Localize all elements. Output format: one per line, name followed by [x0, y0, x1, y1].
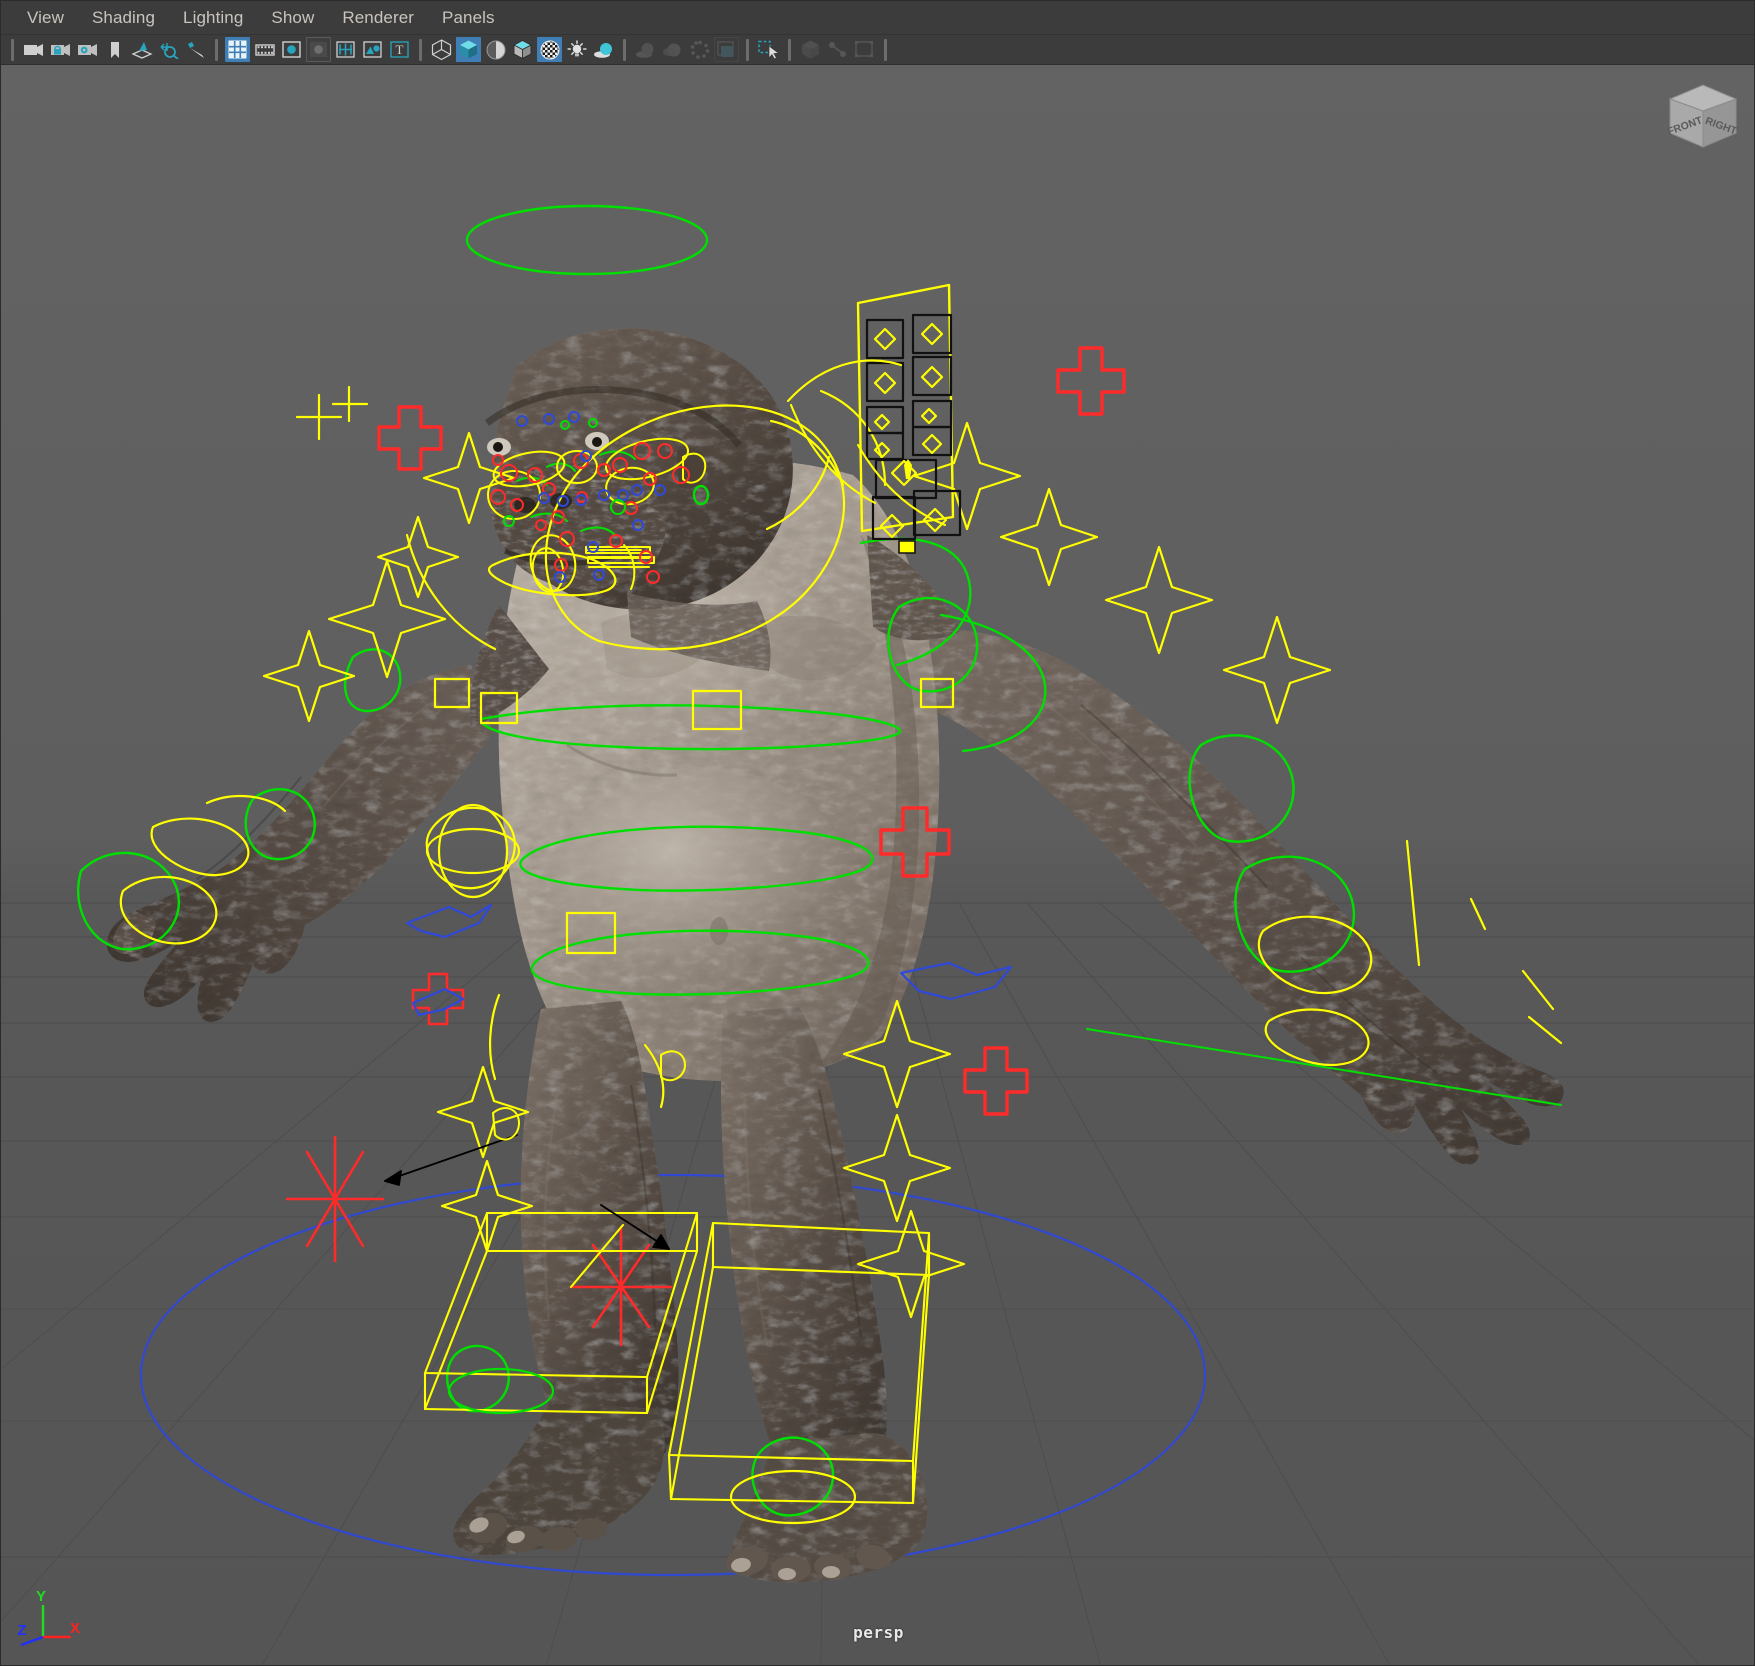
- image-plane-icon[interactable]: [129, 37, 154, 62]
- menu-view[interactable]: View: [13, 6, 78, 30]
- select-camera-icon[interactable]: [21, 37, 46, 62]
- grease-pencil-icon[interactable]: [183, 37, 208, 62]
- film-gate-icon[interactable]: [252, 37, 277, 62]
- menu-lighting[interactable]: Lighting: [169, 6, 257, 30]
- svg-text:T: T: [396, 42, 404, 57]
- xray-joints-icon[interactable]: [825, 37, 850, 62]
- wireframe-icon[interactable]: [429, 37, 454, 62]
- isolate-select-icon[interactable]: [756, 37, 781, 62]
- axis-y-label: Y: [36, 1588, 46, 1605]
- toolbar-separator: [11, 38, 14, 61]
- screen-space-ao-icon[interactable]: [633, 37, 658, 62]
- wireframe-on-shaded-icon[interactable]: [510, 37, 535, 62]
- xray-icon[interactable]: [798, 37, 823, 62]
- texture-icon[interactable]: [537, 37, 562, 62]
- toolbar-separator: [215, 38, 218, 61]
- shadows-icon[interactable]: [591, 37, 616, 62]
- lock-camera-icon[interactable]: [48, 37, 73, 62]
- viewport-scene: [1, 65, 1754, 1665]
- viewport-menu-bar: View Shading Lighting Show Renderer Pane…: [1, 1, 1754, 35]
- menu-show[interactable]: Show: [257, 6, 328, 30]
- shade-selected-icon[interactable]: [483, 37, 508, 62]
- maya-viewport-window: View Shading Lighting Show Renderer Pane…: [0, 0, 1755, 1666]
- viewport-icon-toolbar: T: [1, 35, 1754, 65]
- toolbar-separator: [746, 38, 749, 61]
- toolbar-separator: [884, 38, 887, 61]
- menu-panels[interactable]: Panels: [428, 6, 509, 30]
- toolbar-separator: [419, 38, 422, 61]
- resolution-gate-icon[interactable]: [279, 37, 304, 62]
- xray-active-components-icon[interactable]: [852, 37, 877, 62]
- title-safe-icon[interactable]: T: [387, 37, 412, 62]
- bookmark-icon[interactable]: [102, 37, 127, 62]
- menu-shading[interactable]: Shading: [78, 6, 169, 30]
- toolbar-separator: [623, 38, 626, 61]
- multisample-aa-icon[interactable]: [687, 37, 712, 62]
- safe-action-icon[interactable]: [360, 37, 385, 62]
- grid-icon[interactable]: [225, 37, 250, 62]
- two-d-pan-zoom-icon[interactable]: [156, 37, 181, 62]
- toolbar-separator: [788, 38, 791, 61]
- camera-name-label: persp: [853, 1623, 904, 1642]
- view-cube[interactable]: FRONT RIGHT: [1660, 77, 1746, 153]
- depth-peeling-icon[interactable]: [714, 37, 739, 62]
- field-chart-icon[interactable]: [333, 37, 358, 62]
- axis-gizmo: Y X Z: [9, 1581, 89, 1661]
- motion-blur-icon[interactable]: [660, 37, 685, 62]
- smooth-shade-all-icon[interactable]: [456, 37, 481, 62]
- camera-attributes-icon[interactable]: [75, 37, 100, 62]
- use-lights-icon[interactable]: [564, 37, 589, 62]
- menu-renderer[interactable]: Renderer: [328, 6, 428, 30]
- gate-mask-icon[interactable]: [306, 37, 331, 62]
- 3d-viewport[interactable]: FRONT RIGHT Y X Z persp: [1, 65, 1754, 1665]
